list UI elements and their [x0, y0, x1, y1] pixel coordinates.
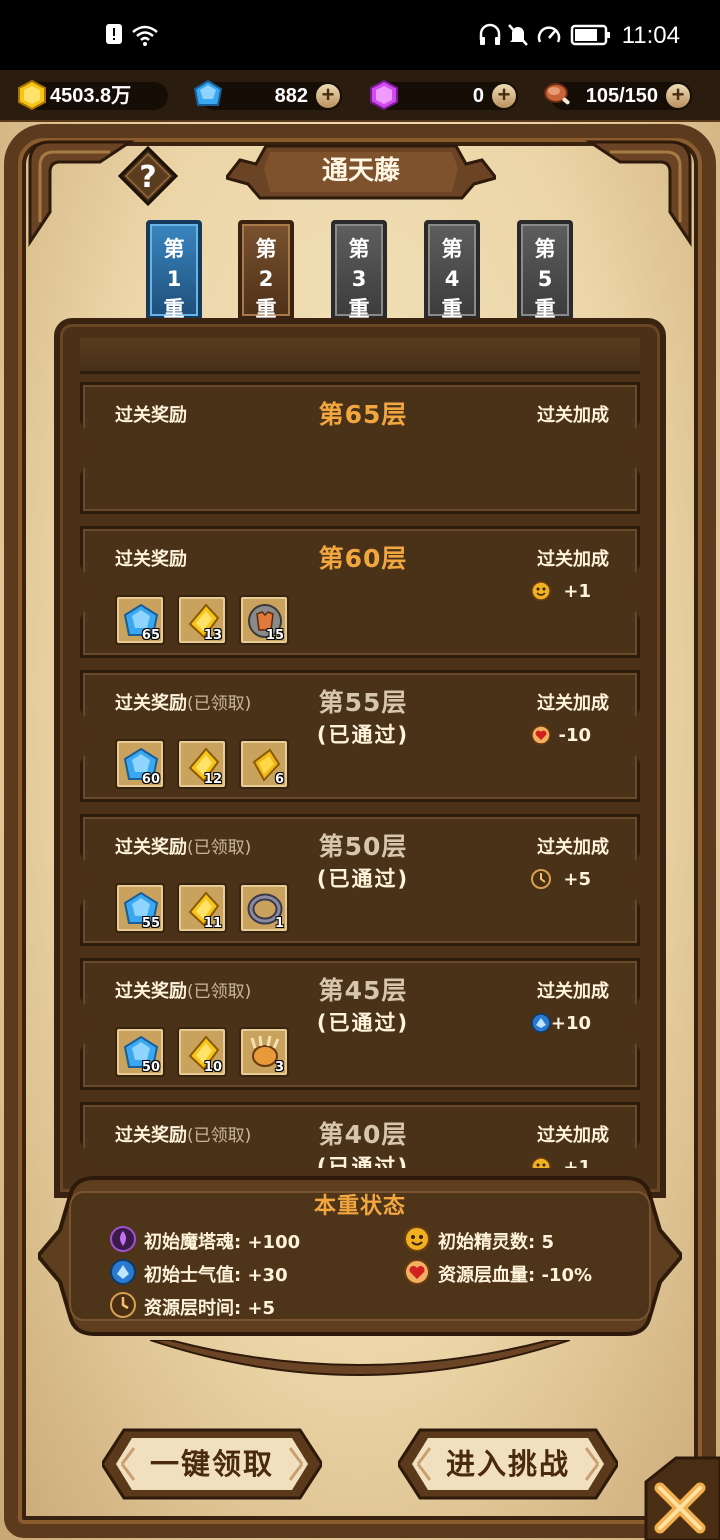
- floor-row-65: 过关奖励 第65层 过关加成: [80, 382, 640, 514]
- gold-icon: [18, 79, 46, 111]
- clock-icon: [110, 1292, 136, 1318]
- spirit-icon: [531, 1157, 551, 1168]
- stamina-value: 105/150: [585, 85, 658, 107]
- reward-item-ring[interactable]: 1: [241, 885, 287, 931]
- gold-value: 4503.8万: [50, 85, 132, 107]
- speed-icon: [537, 26, 561, 43]
- status-bar: 11:04: [0, 0, 720, 70]
- stamina-counter: 105/150 +: [544, 82, 692, 110]
- enter-challenge-label: 进入挑战: [445, 1447, 570, 1481]
- stat-time: 资源层时间: +5: [110, 1292, 275, 1320]
- morale-icon: [110, 1259, 136, 1285]
- reward-item-claw[interactable]: 3: [241, 1029, 287, 1075]
- bonus-label: 过关加成: [537, 549, 609, 570]
- svg-text:?: ?: [139, 160, 156, 195]
- add-diamond-button[interactable]: +: [316, 84, 340, 108]
- reward-item-diamond[interactable]: 65: [117, 597, 163, 643]
- add-crystal-button[interactable]: +: [492, 84, 516, 108]
- crystal-counter: 0 +: [370, 79, 518, 111]
- reward-item-diamond[interactable]: 50: [117, 1029, 163, 1075]
- reward-item-gold-crystal[interactable]: 13: [179, 597, 225, 643]
- battery-icon: [570, 24, 610, 46]
- floor-row-40: 过关奖励(已领取) 第40层 (已通过) 过关加成 +1: [80, 1102, 640, 1168]
- tab-tier-2[interactable]: 第2重: [238, 220, 294, 321]
- reward-item-gold-shard[interactable]: 6: [241, 741, 287, 787]
- diamond-counter: 882 +: [193, 79, 342, 110]
- meat-icon: [544, 83, 570, 105]
- reward-item-gold-crystal[interactable]: 12: [179, 741, 225, 787]
- reward-item-gold-crystal[interactable]: 11: [179, 885, 225, 931]
- reward-item-diamond[interactable]: 60: [117, 741, 163, 787]
- help-button[interactable]: ?: [118, 146, 178, 206]
- floor-row-55: 过关奖励(已领取) 第55层 (已通过) 过关加成 -10 60 12 6: [80, 670, 640, 802]
- reward-item-gold-crystal[interactable]: 10: [179, 1029, 225, 1075]
- bottom-arch-ornament: [150, 1340, 570, 1376]
- heart-icon: [404, 1259, 430, 1285]
- enter-challenge-button[interactable]: 进入挑战: [398, 1426, 618, 1502]
- reward-item-diamond[interactable]: 55: [117, 885, 163, 931]
- claim-all-label: 一键领取: [149, 1447, 274, 1481]
- spirit-icon: [531, 581, 551, 601]
- floor-row-45: 过关奖励(已领取) 第45层 (已通过) 过关加成 +10 50 10 3: [80, 958, 640, 1090]
- tab-tier-1[interactable]: 第1重: [146, 220, 202, 321]
- floor-row-50: 过关奖励(已领取) 第50层 (已通过) 过关加成 +5 55 11 1: [80, 814, 640, 946]
- floor-row-60: 过关奖励 第60层 过关加成 +1 65 13 15: [80, 526, 640, 658]
- passed-label: (已通过): [316, 867, 410, 891]
- tab-tier-5[interactable]: 第5重: [517, 220, 573, 321]
- headphones-icon: [479, 23, 501, 45]
- frame-corner-ornament: [585, 140, 692, 247]
- resource-bar: 4503.8万 882 + 0 + 105/150 +: [0, 70, 720, 122]
- stat-spirits: 初始精灵数: 5: [404, 1226, 554, 1254]
- bonus-value: +5: [563, 869, 591, 890]
- wifi-icon: [132, 25, 158, 46]
- clock-icon: [531, 869, 551, 889]
- bonus-label: 过关加成: [537, 1125, 609, 1146]
- bonus-value: +10: [550, 1013, 591, 1034]
- status-heading: 本重状态: [313, 1194, 406, 1219]
- spirit-icon: [404, 1226, 430, 1252]
- bonus-value: +1: [563, 581, 591, 602]
- bonus-label: 过关加成: [537, 981, 609, 1002]
- bonus-label: 过关加成: [537, 693, 609, 714]
- add-stamina-button[interactable]: +: [666, 84, 690, 108]
- floor-list[interactable]: 过关奖励 第65层 过关加成 过关奖励 第60层 过关加成 +1 65 13 1…: [66, 338, 654, 1168]
- tab-tier-4[interactable]: 第4重: [424, 220, 480, 321]
- bonus-value: -10: [558, 725, 591, 746]
- clock: 11:04: [621, 22, 680, 49]
- passed-label: (已通过): [316, 1155, 410, 1168]
- bonus-label: 过关加成: [537, 837, 609, 858]
- crystal-value: 0: [472, 85, 484, 107]
- reward-item-armor[interactable]: 15: [241, 597, 287, 643]
- stat-morale: 初始士气值: +30: [110, 1259, 288, 1287]
- notification-icon: [106, 24, 122, 44]
- heart-icon: [531, 725, 551, 745]
- tier-status-panel: 本重状态 初始魔塔魂: +100 初始精灵数: 5 初始士气值: +30 资源层…: [38, 1170, 682, 1342]
- claim-all-button[interactable]: 一键领取: [102, 1426, 322, 1502]
- stat-soul: 初始魔塔魂: +100: [110, 1226, 300, 1254]
- soul-icon: [110, 1226, 136, 1252]
- bonus-label: 过关加成: [537, 405, 609, 426]
- gold-counter: 4503.8万: [18, 79, 168, 111]
- page-title: 通天藤: [321, 156, 400, 186]
- diamond-value: 882: [274, 85, 308, 107]
- morale-icon: [531, 1013, 551, 1033]
- purple-crystal-icon: [370, 79, 398, 111]
- tab-tier-3[interactable]: 第3重: [331, 220, 387, 321]
- list-top-cap: [80, 338, 640, 374]
- mute-icon: [508, 24, 528, 46]
- stat-hp: 资源层血量: -10%: [404, 1259, 592, 1287]
- diamond-icon: [193, 79, 223, 106]
- bonus-value: +1: [563, 1157, 591, 1168]
- close-button[interactable]: [636, 1452, 720, 1540]
